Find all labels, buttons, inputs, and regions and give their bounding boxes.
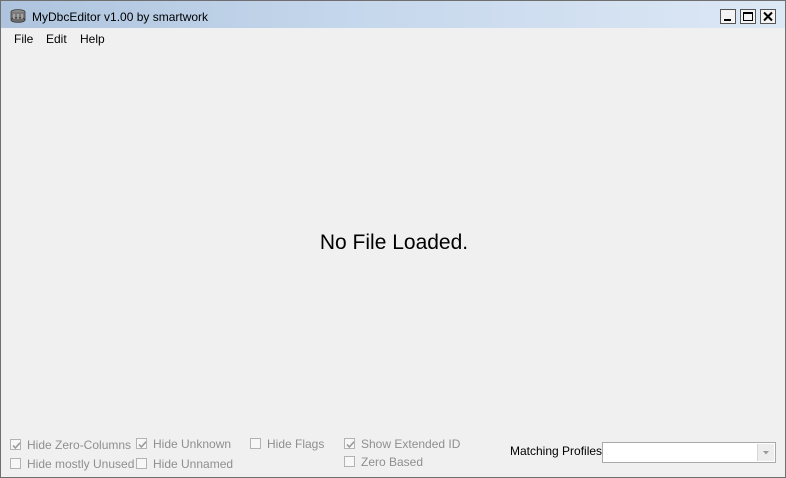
menu-file[interactable]: File [14,32,33,46]
checkbox-box [10,458,21,469]
hide-flags-label: Hide Flags [267,437,325,451]
matching-profiles-label: Matching Profiles: [510,444,606,458]
dropdown-button[interactable] [757,444,774,461]
check-icon [12,442,21,450]
checkbox-box [136,458,147,469]
checkbox-box [250,438,261,449]
hide-mostly-unused-label: Hide mostly Unused [27,457,135,471]
maximize-button[interactable] [740,9,756,24]
hide-zero-columns-label: Hide Zero-Columns [27,438,132,452]
hide-unnamed-label: Hide Unnamed [153,457,234,471]
check-icon [346,441,355,449]
checkbox-box [344,438,355,449]
window-title: MyDbcEditor v1.00 by smartwork [32,10,209,24]
app-icon [10,9,26,23]
zero-based-label: Zero Based [361,455,424,469]
menu-edit[interactable]: Edit [46,32,67,46]
app-window: MyDbcEditor v1.00 by smartwork File Edit… [0,0,786,478]
maximize-icon [743,12,753,21]
checkbox-box [10,439,21,450]
hide-unknown-label: Hide Unknown [153,437,232,451]
matching-profiles-dropdown[interactable] [602,442,776,463]
minimize-icon [724,19,731,21]
check-icon [138,441,147,449]
minimize-button[interactable] [720,9,736,24]
no-file-message: No File Loaded. [319,231,469,254]
chevron-down-icon [763,451,769,455]
close-button[interactable] [760,9,776,24]
checkbox-box [344,456,355,467]
menu-help[interactable]: Help [80,32,105,46]
checkbox-box [136,438,147,449]
show-extended-id-label: Show Extended ID [361,437,461,451]
close-icon [763,11,773,22]
title-bar[interactable]: MyDbcEditor v1.00 by smartwork [1,1,785,28]
